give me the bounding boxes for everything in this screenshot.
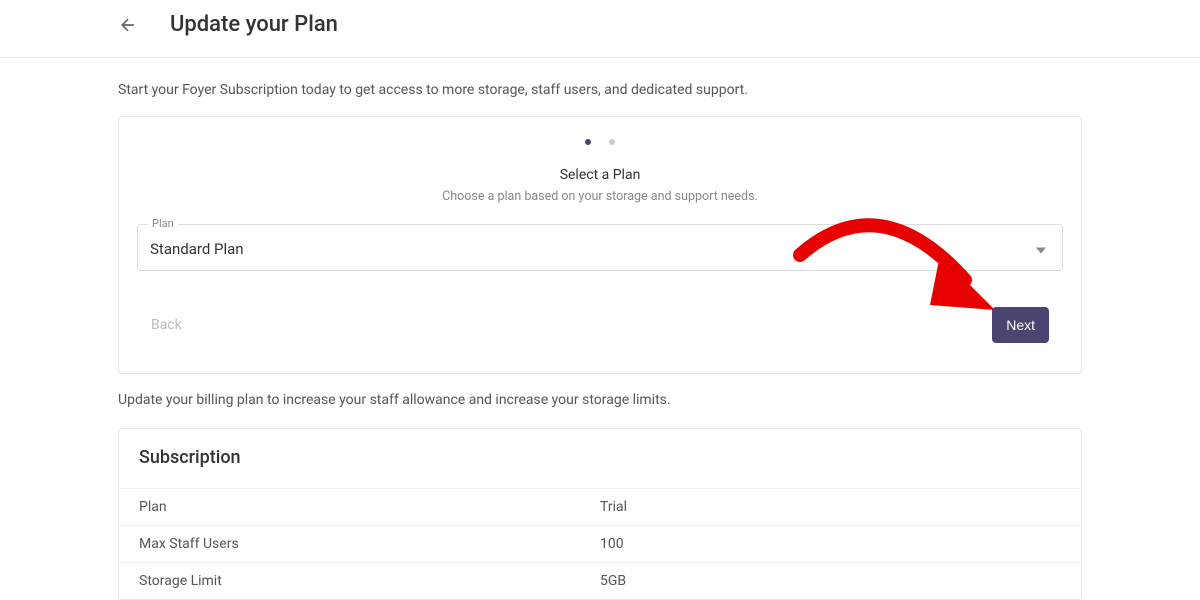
row-key: Storage Limit	[139, 573, 600, 589]
plan-select-label: Plan	[148, 217, 178, 230]
update-info-text: Update your billing plan to increase you…	[118, 392, 1082, 408]
intro-text: Start your Foyer Subscription today to g…	[118, 82, 1082, 98]
step-title: Select a Plan	[137, 167, 1063, 183]
plan-select-value: Standard Plan	[150, 240, 244, 258]
table-row: Max Staff Users 100	[119, 525, 1081, 562]
step-dot-2	[609, 139, 615, 145]
row-key: Plan	[139, 499, 600, 515]
plan-select[interactable]: Plan Standard Plan	[137, 224, 1063, 271]
page-header: Update your Plan	[0, 0, 1200, 58]
step-subtitle: Choose a plan based on your storage and …	[137, 189, 1063, 204]
table-row: Plan Trial	[119, 488, 1081, 525]
step-dot-1	[585, 139, 591, 145]
plan-wizard-card: Select a Plan Choose a plan based on you…	[118, 116, 1082, 374]
next-button[interactable]: Next	[992, 307, 1049, 343]
back-arrow-icon[interactable]	[118, 15, 138, 35]
row-value: Trial	[600, 499, 1061, 515]
row-key: Max Staff Users	[139, 536, 600, 552]
subscription-title: Subscription	[119, 429, 1081, 488]
row-value: 100	[600, 536, 1061, 552]
back-button: Back	[151, 317, 182, 333]
row-value: 5GB	[600, 573, 1061, 589]
stepper	[137, 139, 1063, 145]
page-title: Update your Plan	[170, 12, 338, 37]
subscription-card: Subscription Plan Trial Max Staff Users …	[118, 428, 1082, 600]
chevron-down-icon	[1036, 238, 1046, 257]
table-row: Storage Limit 5GB	[119, 562, 1081, 599]
wizard-actions: Back Next	[137, 307, 1063, 343]
